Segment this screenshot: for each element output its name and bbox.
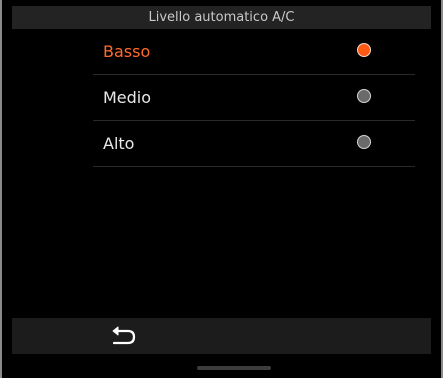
bottom-bar [12, 318, 431, 354]
option-medio[interactable]: Medio [93, 75, 415, 121]
radio-unselected-icon[interactable] [357, 135, 371, 149]
option-label: Alto [103, 134, 135, 153]
title-bar: Livello automatico A/C [12, 6, 431, 29]
back-arrow-icon [112, 326, 136, 345]
home-indicator[interactable] [197, 366, 271, 370]
option-alto[interactable]: Alto [93, 121, 415, 167]
radio-unselected-icon[interactable] [357, 89, 371, 103]
options-list: Basso Medio Alto [93, 29, 415, 167]
page-title: Livello automatico A/C [148, 10, 295, 25]
radio-selected-icon[interactable] [357, 43, 371, 57]
left-bezel [0, 0, 2, 378]
back-button[interactable] [104, 323, 140, 349]
screen: Livello automatico A/C Basso Medio Alto [0, 0, 443, 378]
option-label: Medio [103, 88, 152, 107]
option-basso[interactable]: Basso [93, 29, 415, 75]
option-label: Basso [103, 42, 151, 61]
